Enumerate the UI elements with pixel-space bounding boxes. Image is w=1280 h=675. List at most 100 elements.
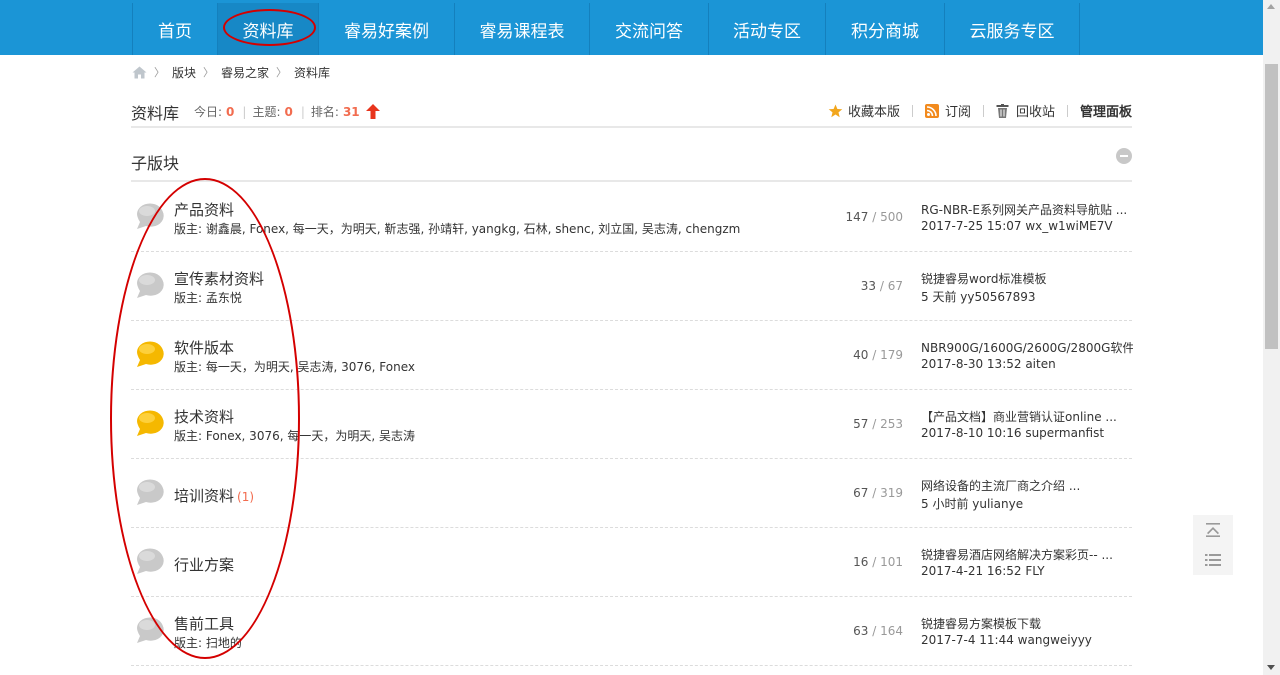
scroll-up-arrow-icon[interactable] — [1267, 4, 1275, 9]
nav-item-qa[interactable]: 交流问答 — [589, 3, 708, 55]
nav-item-cases[interactable]: 睿易好案例 — [318, 3, 454, 55]
rank-up-arrow-icon — [365, 104, 380, 119]
count-divider: / — [868, 417, 881, 431]
forum-header: 资料库 今日: 0 | 主题: 0 | 排名: 31 收藏本版 订阅 回收站 管… — [131, 98, 1132, 128]
rank-value: 31 — [342, 104, 360, 119]
thread-count: 40 — [853, 348, 869, 362]
action-divider — [982, 104, 984, 117]
collapse-icon[interactable] — [1116, 148, 1132, 164]
last-post-title-link[interactable]: 网络设备的主流厂商之介绍 ... — [921, 477, 1080, 494]
list-icon — [1205, 554, 1221, 566]
post-count: 253 — [880, 417, 903, 431]
breadcrumb-separator: 〉 — [203, 66, 215, 79]
action-divider — [1066, 104, 1068, 117]
post-count: 67 — [887, 279, 903, 293]
breadcrumb-separator: 〉 — [276, 66, 288, 79]
breadcrumb: 〉 版块 〉 睿易之家 〉 资料库 — [132, 62, 330, 82]
topics-count: 0 — [284, 104, 293, 119]
favorite-board-button[interactable]: 收藏本版 — [828, 101, 900, 120]
today-count: 0 — [226, 104, 235, 119]
breadcrumb-item-boards[interactable]: 版块 — [172, 64, 196, 81]
vertical-scrollbar[interactable] — [1263, 0, 1280, 675]
recycle-bin-button[interactable]: 回收站 — [996, 101, 1055, 120]
nav-item-points-mall[interactable]: 积分商城 — [825, 3, 944, 55]
last-post-meta: 2017-7-25 15:07 wx_w1wiME7V — [921, 219, 1113, 233]
today-label: 今日: — [194, 105, 223, 119]
last-post-meta: 2017-8-30 13:52 aiten — [921, 357, 1056, 371]
count-divider: / — [868, 555, 881, 569]
last-post-meta: 2017-4-21 16:52 FLY — [921, 564, 1045, 578]
last-post-meta: 5 天前 yy50567893 — [921, 290, 1036, 304]
rss-icon — [924, 103, 940, 118]
post-count: 164 — [880, 624, 903, 638]
favorite-board-label: 收藏本版 — [847, 105, 900, 120]
annotation-ellipse-list — [110, 178, 300, 659]
subforum-counts: 57 / 253 — [791, 417, 903, 431]
stat-divider: | — [242, 104, 247, 119]
back-to-top-button[interactable] — [1193, 515, 1233, 545]
post-count: 101 — [880, 555, 903, 569]
stat-divider: | — [300, 104, 305, 119]
last-post-meta: 5 小时前 yulianye — [921, 497, 1024, 511]
thread-count: 147 — [845, 210, 869, 224]
breadcrumb-separator: 〉 — [154, 66, 165, 79]
top-navigation: 首页 资料库 睿易好案例 睿易课程表 交流问答 活动专区 积分商城 云服务专区 — [0, 0, 1263, 55]
subforum-counts: 40 / 179 — [791, 348, 903, 362]
forum-row: 产品资料 版主: 谢鑫晨, Fonex, 每一天，为明天, 靳志强, 孙靖轩, y… — [131, 183, 1132, 252]
last-post-title-link[interactable]: 【产品文档】商业营销认证online ... — [921, 408, 1117, 425]
thread-count: 67 — [853, 486, 869, 500]
forum-actions: 收藏本版 订阅 回收站 管理面板 — [828, 101, 1132, 120]
post-count: 319 — [880, 486, 903, 500]
subforum-counts: 67 / 319 — [791, 486, 903, 500]
forum-stats: 今日: 0 | 主题: 0 | 排名: 31 — [194, 103, 380, 120]
subscribe-button[interactable]: 订阅 — [924, 101, 971, 120]
count-divider: / — [868, 486, 881, 500]
subforum-counts: 33 / 67 — [791, 279, 903, 293]
post-count: 179 — [880, 348, 903, 362]
scrollbar-thumb[interactable] — [1265, 64, 1278, 349]
thread-count: 57 — [853, 417, 869, 431]
page-title: 资料库 — [131, 104, 180, 123]
home-icon[interactable] — [132, 66, 147, 79]
admin-panel-button[interactable]: 管理面板 — [1080, 101, 1132, 120]
star-icon — [828, 104, 843, 118]
rank-label: 排名: — [310, 105, 339, 119]
count-divider: / — [876, 279, 888, 293]
last-post-title-link[interactable]: 锐捷睿易word标准模板 — [921, 270, 1047, 287]
subscribe-label: 订阅 — [944, 105, 971, 120]
back-to-top-icon — [1206, 523, 1220, 537]
count-divider: / — [868, 348, 881, 362]
subforum-counts: 147 / 500 — [791, 210, 903, 224]
last-post-title-link[interactable]: NBR900G/1600G/2600G/2800G软件... — [921, 339, 1133, 356]
last-post-meta: 2017-8-10 10:16 supermanfist — [921, 426, 1105, 440]
count-divider: / — [868, 624, 881, 638]
breadcrumb-item-library[interactable]: 资料库 — [294, 64, 330, 81]
thread-count: 63 — [853, 624, 869, 638]
last-post-title-link[interactable]: RG-NBR-E系列网关产品资料导航贴 ... — [921, 201, 1127, 218]
post-count: 500 — [880, 210, 903, 224]
count-divider: / — [868, 210, 881, 224]
last-post-meta: 2017-7-4 11:44 wangweiyyy — [921, 633, 1092, 647]
nav-item-events[interactable]: 活动专区 — [708, 3, 825, 55]
thread-count: 16 — [853, 555, 869, 569]
topics-label: 主题: — [252, 105, 281, 119]
list-view-button[interactable] — [1193, 545, 1233, 575]
subforum-counts: 63 / 164 — [791, 624, 903, 638]
recycle-bin-label: 回收站 — [1015, 105, 1055, 120]
subforum-section-title: 子版块 — [131, 154, 180, 173]
nav-item-cloud-service[interactable]: 云服务专区 — [944, 3, 1080, 55]
scroll-down-arrow-icon[interactable] — [1267, 665, 1275, 670]
annotation-ellipse-nav — [223, 9, 316, 46]
action-divider — [911, 104, 913, 117]
forum-row: 售前工具 版主: 扫地的 63 / 164 锐捷睿易方案模板下载 2017-7-4 11… — [131, 597, 1132, 666]
floating-toolbar — [1193, 515, 1233, 575]
subforum-counts: 16 / 101 — [791, 555, 903, 569]
nav-item-course-schedule[interactable]: 睿易课程表 — [454, 3, 589, 55]
last-post-title-link[interactable]: 锐捷睿易方案模板下载 — [921, 615, 1041, 632]
thread-count: 33 — [860, 279, 877, 293]
trash-icon — [996, 103, 1011, 118]
breadcrumb-item-home-community[interactable]: 睿易之家 — [221, 64, 269, 81]
nav-item-home[interactable]: 首页 — [132, 3, 217, 55]
subforum-header: 子版块 — [131, 148, 1132, 182]
last-post-title-link[interactable]: 锐捷睿易酒店网络解决方案彩页-- ... — [921, 546, 1113, 563]
